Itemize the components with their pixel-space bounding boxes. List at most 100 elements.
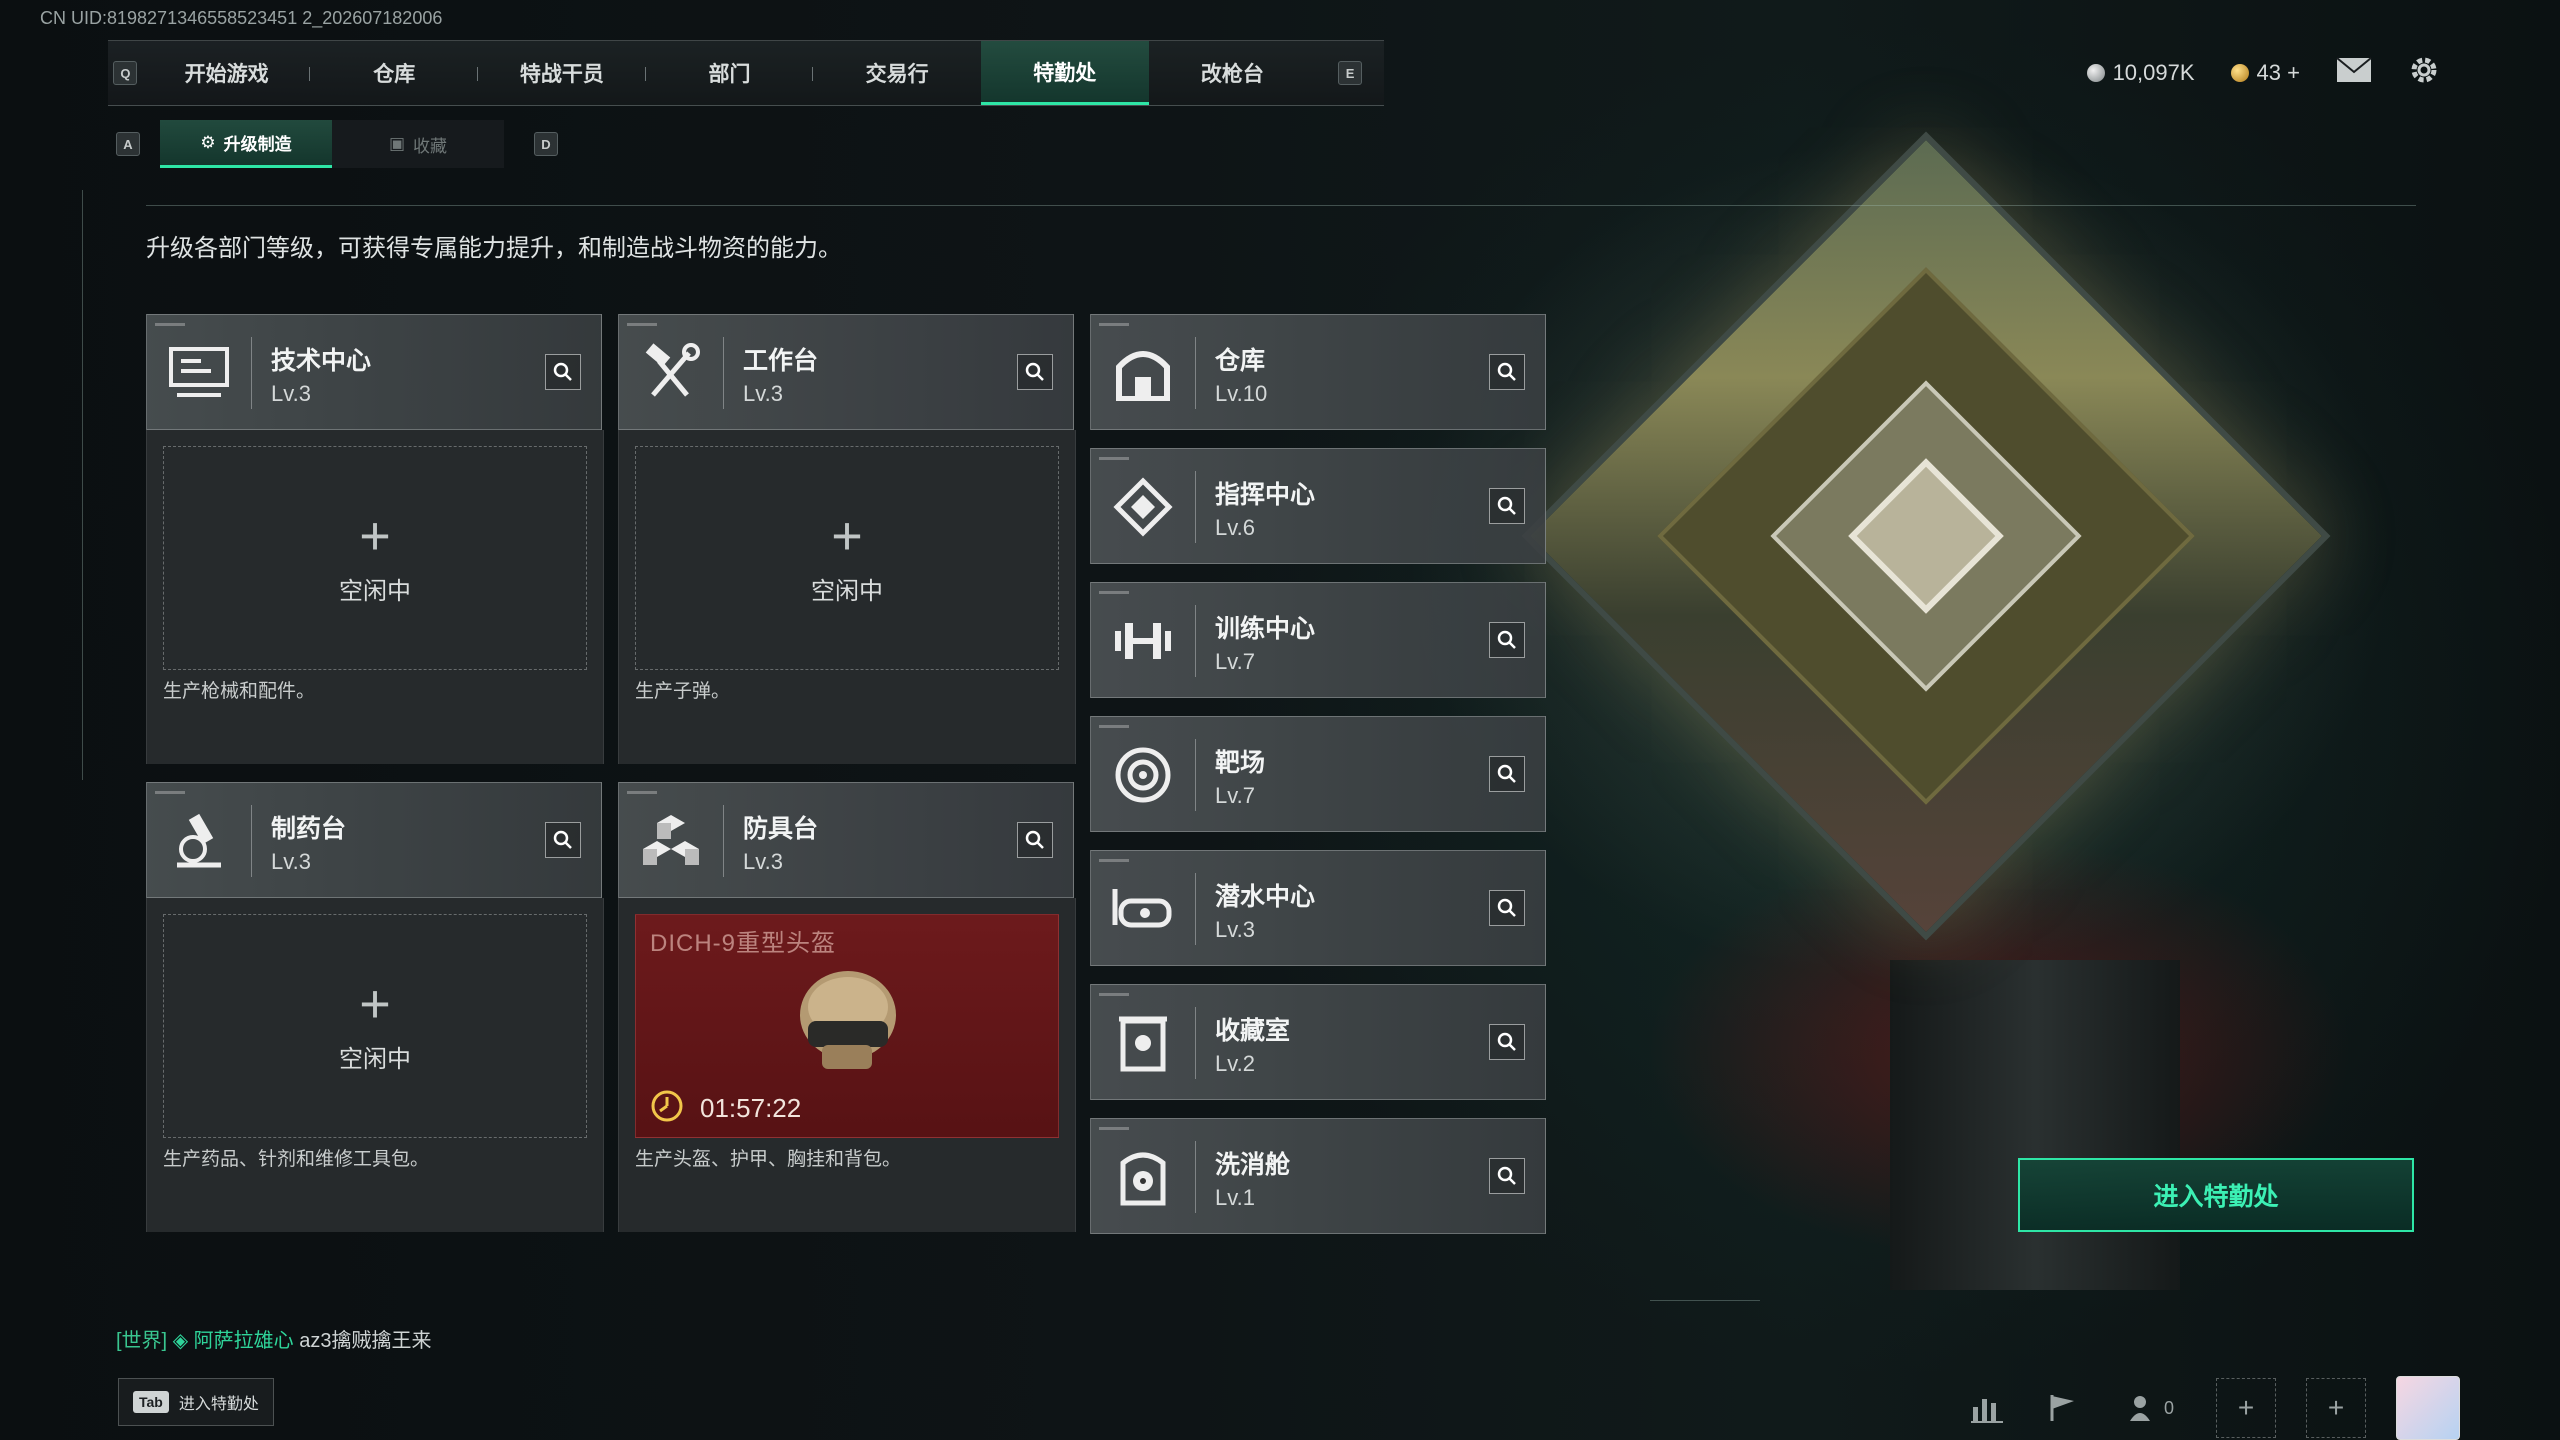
search-icon[interactable] xyxy=(1489,1024,1525,1060)
tab-special-ops[interactable]: 特勤处 xyxy=(980,41,1149,105)
tab-operators[interactable]: 特战干员 xyxy=(478,41,646,105)
production-slot-empty[interactable]: + 空闲中 xyxy=(635,446,1059,670)
main-nav: Q 开始游戏 仓库 特战干员 部门 交易行 特勤处 改枪台 E xyxy=(108,40,1384,106)
department-name: 工作台 xyxy=(743,347,819,375)
tab-departments[interactable]: 部门 xyxy=(646,41,814,105)
player-badge-icon: ◈ xyxy=(172,1330,189,1352)
dumbbell-icon xyxy=(1091,583,1195,699)
department-name: 防具台 xyxy=(743,815,819,843)
add-teammate-slot-2[interactable]: + xyxy=(2306,1378,2366,1438)
production-description: 生产头盔、护甲、胸挂和背包。 xyxy=(635,1149,902,1170)
production-slot-empty[interactable]: + 空闲中 xyxy=(163,446,587,670)
subtab-collection[interactable]: ▣ 收藏 xyxy=(332,120,504,168)
avatar[interactable] xyxy=(2396,1376,2460,1440)
hammer-wrench-icon xyxy=(619,315,723,431)
frame-line xyxy=(1650,1300,1760,1301)
computer-terminal-icon xyxy=(147,315,251,431)
department-card-command-center[interactable]: 指挥中心 Lv.6 xyxy=(1090,448,1546,564)
page-description: 升级各部门等级，可获得专属能力提升，和制造战斗物资的能力。 xyxy=(146,235,842,262)
chat-text: az3擒贼擒王来 xyxy=(299,1330,432,1352)
friends-button[interactable]: 0 xyxy=(2116,1385,2186,1431)
department-card-warehouse[interactable]: 仓库 Lv.10 xyxy=(1090,314,1546,430)
department-card-training-center[interactable]: 训练中心 Lv.7 xyxy=(1090,582,1546,698)
subtab-upgrade[interactable]: ⚙ 升级制造 xyxy=(160,120,332,168)
department-card-tech-center[interactable]: 技术中心 Lv.3 xyxy=(146,314,602,430)
key-hint-prev: Q xyxy=(108,61,143,85)
chat-message[interactable]: [世界] ◈ 阿萨拉雄心 az3擒贼擒王来 xyxy=(116,1324,431,1353)
department-name: 仓库 xyxy=(1215,347,1266,375)
production-panel-workbench: + 空闲中 生产子弹。 xyxy=(618,430,1076,764)
department-name: 制药台 xyxy=(271,815,347,843)
department-name: 训练中心 xyxy=(1215,615,1316,643)
crafting-slot-active[interactable]: DICH-9重型头盔 01:57:22 xyxy=(635,914,1059,1138)
target-icon xyxy=(1091,717,1195,833)
search-icon[interactable] xyxy=(1017,354,1053,390)
crafting-item-name: DICH-9重型头盔 xyxy=(650,930,837,957)
search-icon[interactable] xyxy=(1489,1158,1525,1194)
department-level: Lv.3 xyxy=(743,381,783,406)
gold-coin-icon xyxy=(2230,64,2249,82)
department-card-shooting-range[interactable]: 靶场 Lv.7 xyxy=(1090,716,1546,832)
search-icon[interactable] xyxy=(545,354,581,390)
friends-icon xyxy=(2129,1396,2150,1421)
production-description: 生产枪械和配件。 xyxy=(163,681,316,702)
search-icon[interactable] xyxy=(1489,890,1525,926)
tab-hint-label: 进入特勤处 xyxy=(178,1396,259,1413)
plus-icon: + xyxy=(359,505,391,566)
tab-warehouse[interactable]: 仓库 xyxy=(310,41,478,105)
department-name: 收藏室 xyxy=(1215,1017,1291,1045)
department-level: Lv.3 xyxy=(271,849,311,874)
department-card-armor-bench[interactable]: 防具台 Lv.3 xyxy=(618,782,1074,898)
stats-chart-icon[interactable] xyxy=(1964,1385,2010,1431)
tab-start-game[interactable]: 开始游戏 xyxy=(143,41,311,105)
command-chip-icon xyxy=(1091,449,1195,565)
chat-sender[interactable]: 阿萨拉雄心 xyxy=(194,1330,294,1352)
department-level: Lv.3 xyxy=(743,849,783,874)
production-slot-empty[interactable]: + 空闲中 xyxy=(163,914,587,1138)
department-card-diving-center[interactable]: 潜水中心 Lv.3 xyxy=(1090,850,1546,966)
department-level: Lv.3 xyxy=(271,381,311,406)
key-hint-d: D xyxy=(534,132,558,156)
search-icon[interactable] xyxy=(1489,756,1525,792)
enter-special-ops-button[interactable]: 进入特勤处 xyxy=(2018,1158,2414,1232)
mail-icon[interactable] xyxy=(2336,57,2372,89)
settings-gear-icon[interactable] xyxy=(2408,54,2440,92)
department-level: Lv.7 xyxy=(1215,649,1255,674)
search-icon[interactable] xyxy=(1489,622,1525,658)
search-icon[interactable] xyxy=(1017,822,1053,858)
production-description: 生产子弹。 xyxy=(635,681,731,702)
bottom-toolbar: 0 + + xyxy=(1964,1376,2460,1440)
production-description: 生产药品、针剂和维修工具包。 xyxy=(163,1149,430,1170)
flag-icon[interactable] xyxy=(2040,1385,2086,1431)
tab-trading[interactable]: 交易行 xyxy=(813,41,981,105)
collection-icon: ▣ xyxy=(388,134,406,153)
department-level: Lv.3 xyxy=(1215,917,1255,942)
frame-line xyxy=(82,190,83,780)
department-name: 潜水中心 xyxy=(1215,883,1316,911)
friends-count: 0 xyxy=(2163,1397,2174,1418)
department-card-pharmacy[interactable]: 制药台 Lv.3 xyxy=(146,782,602,898)
department-card-decon-chamber[interactable]: 洗消舱 Lv.1 xyxy=(1090,1118,1546,1234)
slot-status: 空闲中 xyxy=(811,577,883,605)
add-currency-button[interactable]: + xyxy=(2287,60,2300,85)
chat-channel: [世界] xyxy=(116,1330,168,1352)
search-icon[interactable] xyxy=(1489,488,1525,524)
search-icon[interactable] xyxy=(1489,354,1525,390)
plus-icon: + xyxy=(359,973,391,1034)
department-name: 技术中心 xyxy=(271,347,372,375)
department-card-workbench[interactable]: 工作台 Lv.3 xyxy=(618,314,1074,430)
search-icon[interactable] xyxy=(545,822,581,858)
tab-gunsmith[interactable]: 改枪台 xyxy=(1149,41,1317,105)
production-panel-tech-center: + 空闲中 生产枪械和配件。 xyxy=(146,430,604,764)
add-teammate-slot-1[interactable]: + xyxy=(2216,1378,2276,1438)
upgrade-gear-icon: ⚙ xyxy=(200,132,216,152)
department-level: Lv.1 xyxy=(1215,1185,1255,1210)
gold-currency[interactable]: 43 + xyxy=(2230,60,2300,86)
tab-hint-button[interactable]: Tab 进入特勤处 xyxy=(118,1378,274,1426)
department-card-collection-room[interactable]: 收藏室 Lv.2 xyxy=(1090,984,1546,1100)
department-level: Lv.10 xyxy=(1215,381,1268,406)
sub-tabs: A ⚙ 升级制造 ▣ 收藏 D xyxy=(116,120,558,168)
top-right-bar: 10,097K 43 + xyxy=(2086,54,2440,92)
background-pillar xyxy=(1890,960,2180,1290)
tab-key: Tab xyxy=(133,1391,169,1413)
